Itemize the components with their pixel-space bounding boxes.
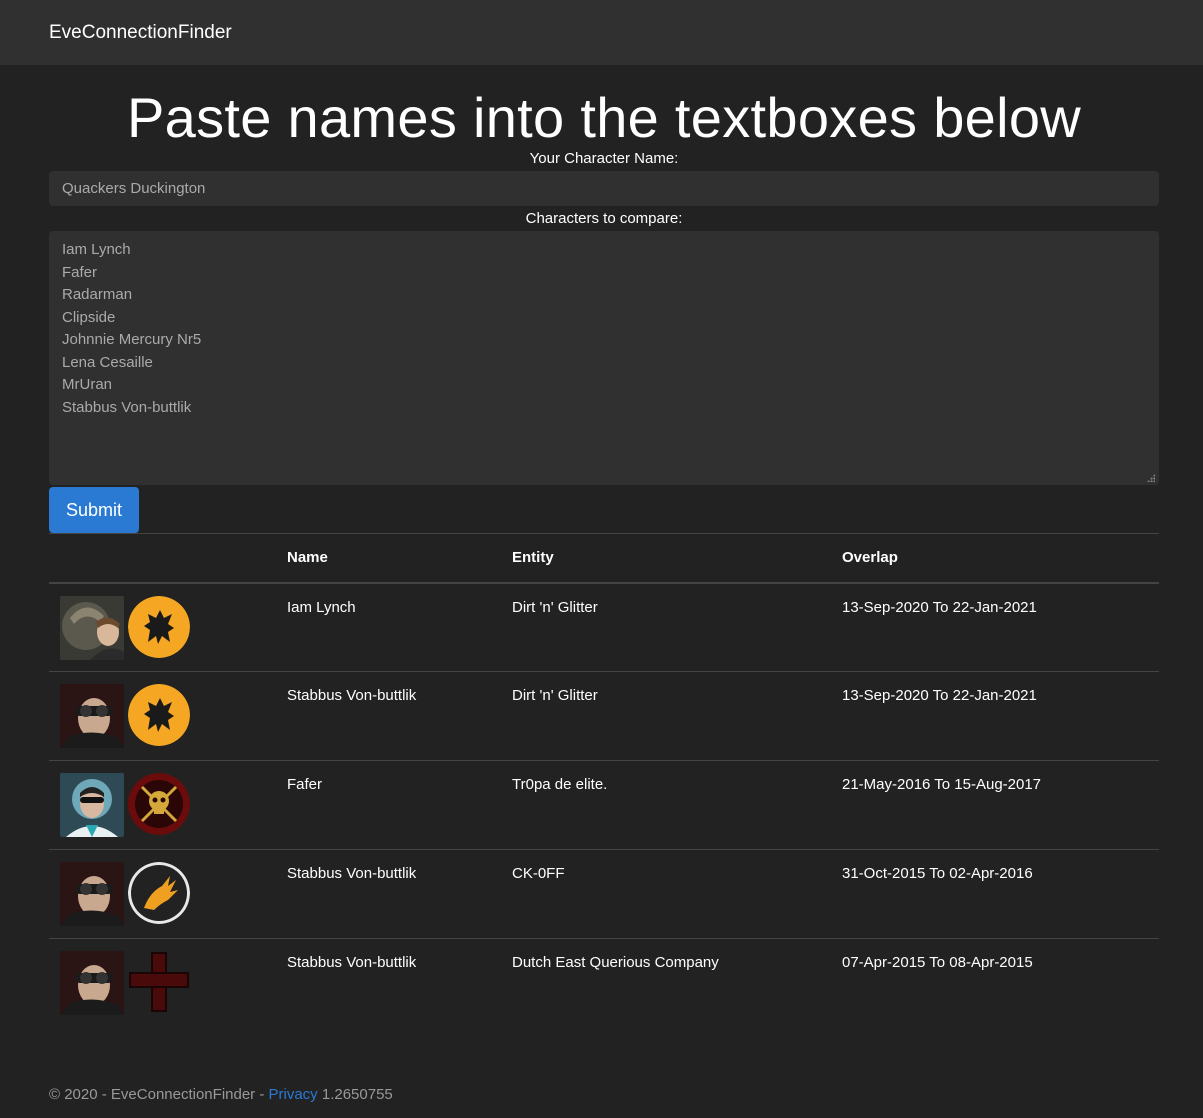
claw-corp-logo-icon (128, 862, 190, 924)
row-name: Stabbus Von-buttlik (287, 671, 512, 761)
results-table: Name Entity Overlap Iam Lynch Dirt 'n' G… (49, 533, 1159, 1028)
row-entity: Tr0pa de elite. (512, 760, 842, 850)
row-name: Stabbus Von-buttlik (287, 954, 417, 971)
compare-label: Characters to compare: (525, 210, 683, 227)
compare-line: Lena Cesaille (62, 353, 153, 371)
compare-line: Stabbus Von-buttlik (62, 398, 192, 416)
main-container: Paste names into the textboxes below You… (0, 87, 1203, 1028)
row-overlap: 21-May-2016 To 15-Aug-2017 (842, 760, 1159, 850)
submit-button[interactable]: Submit (49, 487, 140, 533)
table-row: Stabbus Von-buttlik Dirt 'n' Glitter 13-… (49, 671, 1159, 761)
resize-grip-icon[interactable] (1147, 474, 1155, 482)
skull-corp-logo-icon (128, 773, 190, 835)
character-portrait-icon (60, 951, 124, 1015)
compare-textarea[interactable]: Iam Lynch Fafer Radarman Clipside Johnni… (49, 231, 1159, 485)
table-row: Iam Lynch Dirt 'n' Glitter 13-Sep-2020 T… (49, 582, 1159, 672)
compare-line: Fafer (62, 263, 98, 281)
compare-line: Iam Lynch (62, 241, 131, 258)
lion-corp-logo-icon (128, 684, 190, 746)
character-portrait-icon (60, 862, 124, 926)
brand-link[interactable]: EveConnectionFinder (49, 22, 232, 44)
compare-line: Radarman (62, 286, 133, 303)
header-overlap: Overlap (842, 533, 1159, 584)
table-row: Stabbus Von-buttlik CK-0FF 31-Oct-2015 T… (49, 849, 1159, 939)
row-overlap: 13-Sep-2020 To 22-Jan-2021 (842, 671, 1159, 761)
red-cross-corp-logo-icon (128, 951, 190, 1013)
row-overlap: 31-Oct-2015 To 02-Apr-2016 (842, 849, 1159, 939)
row-overlap: 13-Sep-2020 To 22-Jan-2021 (842, 582, 1159, 672)
header-entity: Entity (512, 533, 842, 584)
compare-line: MrUran (62, 376, 113, 393)
character-name-value: Quackers Duckington (62, 180, 206, 197)
footer: © 2020 - EveConnectionFinder - Privacy 1… (49, 1086, 393, 1103)
table-header-row: Name Entity Overlap (49, 533, 1159, 584)
row-name: Fafer (287, 760, 512, 850)
row-name: Stabbus Von-buttlik (287, 849, 512, 939)
compare-line: Johnnie Mercury Nr5 (62, 331, 202, 348)
row-entity: Dutch East Querious Company (512, 954, 719, 971)
row-entity: CK-0FF (512, 849, 842, 939)
table-row: Stabbus Von-buttlik Dutch East Querious … (49, 939, 1159, 1028)
row-overlap: 07-Apr-2015 To 08-Apr-2015 (842, 954, 1033, 971)
character-name-input[interactable]: Quackers Duckington (49, 171, 1159, 206)
footer-copyright: © 2020 - EveConnectionFinder - (49, 1086, 269, 1103)
row-name: Iam Lynch (287, 582, 512, 672)
privacy-link[interactable]: Privacy (269, 1086, 318, 1103)
navbar: EveConnectionFinder (0, 0, 1203, 65)
header-images (49, 533, 287, 584)
row-entity: Dirt 'n' Glitter (512, 671, 842, 761)
page-title: Paste names into the textboxes below (126, 86, 1082, 149)
table-row: Fafer Tr0pa de elite. 21-May-2016 To 15-… (49, 760, 1159, 850)
character-name-label: Your Character Name: (529, 150, 679, 167)
compare-line: Clipside (62, 308, 116, 326)
lion-corp-logo-icon (128, 595, 190, 658)
row-entity: Dirt 'n' Glitter (512, 582, 842, 672)
header-name: Name (287, 533, 512, 584)
character-portrait-icon (60, 773, 124, 837)
footer-version: 1.2650755 (317, 1086, 393, 1103)
character-portrait-icon (60, 595, 124, 660)
character-portrait-icon (60, 684, 124, 748)
